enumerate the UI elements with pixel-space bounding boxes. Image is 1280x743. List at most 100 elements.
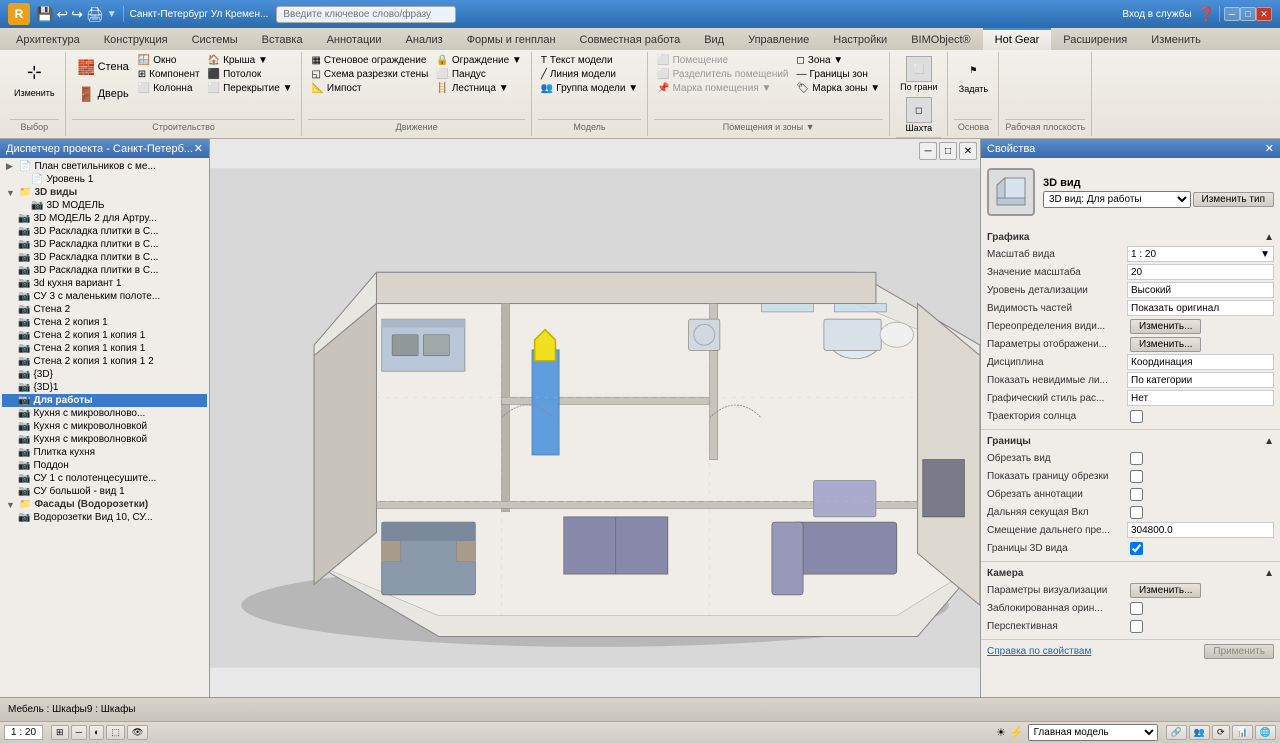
- help-link[interactable]: Справка по свойствам: [987, 646, 1091, 657]
- tab-view[interactable]: Вид: [692, 28, 736, 50]
- tree-3d1[interactable]: 📷 {3D}1: [2, 381, 207, 394]
- tab-collaboration[interactable]: Совместная работа: [568, 28, 693, 50]
- locked-orient-checkbox[interactable]: [1130, 602, 1143, 615]
- room-tag-btn[interactable]: 📌 Марка помещения ▼: [654, 82, 791, 95]
- undo-icon[interactable]: ↩: [56, 6, 68, 23]
- dropdown-icon[interactable]: ▼: [107, 9, 117, 20]
- project-tree[interactable]: ▶ 📄 План светильников с ме... 📄 Уровень …: [0, 158, 209, 697]
- camera-header[interactable]: Камера ▲: [987, 566, 1274, 581]
- ceiling-btn[interactable]: ⬛ Потолок: [205, 68, 296, 81]
- zone-btn[interactable]: ◻ Зона ▼: [794, 54, 884, 67]
- viewport-minimize-btn[interactable]: ─: [919, 142, 937, 160]
- shaft-btn[interactable]: ◻ Шахта: [896, 95, 941, 135]
- fence-btn[interactable]: 🔒 Ограждение ▼: [433, 54, 524, 67]
- tree-3d-model2[interactable]: 📷 3D МОДЕЛЬ 2 для Артру...: [2, 212, 207, 225]
- tab-systems[interactable]: Системы: [180, 28, 250, 50]
- tree-item-level1[interactable]: 📄 Уровень 1: [2, 173, 207, 186]
- stair-btn[interactable]: 🪜 Лестница ▼: [433, 82, 524, 95]
- impost-btn[interactable]: 📐 Импост: [308, 82, 431, 95]
- graphics-header[interactable]: Графика ▲: [987, 230, 1274, 245]
- tab-forms[interactable]: Формы и генплан: [455, 28, 568, 50]
- shadows-btn[interactable]: ◐: [89, 725, 104, 740]
- help-icon[interactable]: ❓: [1198, 6, 1215, 23]
- show-hidden-btn[interactable]: 👁: [127, 725, 148, 740]
- sun-checkbox[interactable]: [1130, 410, 1143, 423]
- crop-annotations-checkbox[interactable]: [1130, 488, 1143, 501]
- tree-3d-model[interactable]: 📷 3D МОДЕЛЬ: [2, 199, 207, 212]
- tree-wall2[interactable]: 📷 Стена 2: [2, 303, 207, 316]
- tree-tile2[interactable]: 📷 3D Раскладка плитки в С...: [2, 238, 207, 251]
- minimize-btn[interactable]: ─: [1224, 7, 1240, 21]
- tab-analysis[interactable]: Анализ: [394, 28, 455, 50]
- tree-su-big[interactable]: 📷 СУ большой - вид 1: [2, 485, 207, 498]
- tab-construction[interactable]: Конструкция: [92, 28, 180, 50]
- ramp-btn[interactable]: ⬜ Пандус: [433, 68, 524, 81]
- wall-btn[interactable]: 🧱 Стена: [72, 54, 133, 80]
- activity-monitor-btn[interactable]: 📊: [1232, 725, 1253, 740]
- tab-modify[interactable]: Изменить: [1139, 28, 1213, 50]
- room-btn[interactable]: ⬜ Помещение: [654, 54, 791, 67]
- face-opening-btn[interactable]: ⬜ По грани: [896, 54, 941, 94]
- railing-btn[interactable]: ▦ Стеновое ограждение: [308, 54, 431, 67]
- tab-bimobject[interactable]: BIMObject®: [899, 28, 982, 50]
- crop-boundary-checkbox[interactable]: [1130, 470, 1143, 483]
- scene-svg[interactable]: [210, 139, 980, 697]
- model-selector[interactable]: Главная модель: [1028, 724, 1158, 741]
- maximize-btn[interactable]: □: [1240, 7, 1256, 21]
- column-btn[interactable]: ⬜ Колонна: [135, 82, 203, 95]
- tree-tray[interactable]: 📷 Поддон: [2, 459, 207, 472]
- tab-insert[interactable]: Вставка: [250, 28, 315, 50]
- thin-lines-btn[interactable]: ─: [71, 725, 87, 740]
- base-btn[interactable]: ⚑ Задать: [954, 54, 992, 96]
- tree-wall2c1c1b[interactable]: 📷 Стена 2 копия 1 копия 1: [2, 342, 207, 355]
- crop-btn[interactable]: ⬚: [106, 725, 125, 740]
- scale-value[interactable]: 1 : 20▼: [1127, 246, 1274, 262]
- modify-btn[interactable]: ⊹ Изменить: [10, 54, 59, 101]
- tree-kitchen-micro1[interactable]: 📷 Кухня с микроволново...: [2, 407, 207, 420]
- tree-su3[interactable]: 📷 СУ 3 с маленьким полоте...: [2, 290, 207, 303]
- change-type-btn[interactable]: Изменить тип: [1193, 192, 1274, 207]
- view-dropdown[interactable]: 3D вид: Для работы: [1043, 191, 1191, 208]
- left-panel-close[interactable]: ✕: [194, 142, 203, 155]
- viewport[interactable]: ─ □ ✕: [210, 139, 980, 697]
- worksharing-btn[interactable]: 👥: [1189, 725, 1210, 740]
- model-group-btn[interactable]: 👥 Группа модели ▼: [538, 82, 641, 95]
- tab-settings[interactable]: Настройки: [821, 28, 899, 50]
- apply-btn[interactable]: Применить: [1204, 644, 1274, 659]
- room-separator-btn[interactable]: ⬜ Разделитель помещений: [654, 68, 791, 81]
- tab-architecture[interactable]: Архитектура: [4, 28, 92, 50]
- tree-kitchen-micro2[interactable]: 📷 Кухня с микроволновкой: [2, 420, 207, 433]
- tree-wall2c2[interactable]: 📷 Стена 2 копия 1 копия 1 2: [2, 355, 207, 368]
- search-input[interactable]: [276, 6, 456, 23]
- zone-tag-btn[interactable]: 🏷 Марка зоны ▼: [794, 82, 884, 95]
- wall-scheme-btn[interactable]: ◱ Схема разрезки стены: [308, 68, 431, 81]
- properties-close[interactable]: ✕: [1265, 142, 1274, 155]
- roof-btn[interactable]: 🏠 Крыша ▼: [205, 54, 296, 67]
- close-btn[interactable]: ✕: [1256, 7, 1272, 21]
- 3d-bounds-checkbox[interactable]: [1130, 542, 1143, 555]
- sync-btn[interactable]: ⟳: [1212, 725, 1230, 740]
- save-icon[interactable]: 💾: [36, 6, 53, 23]
- revit-link-btn[interactable]: 🔗: [1166, 725, 1187, 740]
- tree-group-3d[interactable]: ▼ 📁 3D виды: [2, 186, 207, 199]
- tree-group-facades[interactable]: ▼ 📁 Фасады (Водорозетки): [2, 498, 207, 511]
- zone-boundary-btn[interactable]: ― Границы зон: [794, 68, 884, 81]
- tree-kitchen-tile[interactable]: 📷 Плитка кухня: [2, 446, 207, 459]
- tree-forwork[interactable]: 📷 Для работы: [2, 394, 207, 407]
- tree-tile4[interactable]: 📷 3D Раскладка плитки в С...: [2, 264, 207, 277]
- print-icon[interactable]: 🖨: [86, 6, 104, 23]
- network-btn[interactable]: 🌐: [1255, 725, 1276, 740]
- tree-wall2c1c1[interactable]: 📷 Стена 2 копия 1 копия 1: [2, 329, 207, 342]
- bounds-header[interactable]: Границы ▲: [987, 434, 1274, 449]
- override-btn[interactable]: Изменить...: [1130, 319, 1201, 334]
- redo-icon[interactable]: ↪: [71, 6, 83, 23]
- display-btn[interactable]: Изменить...: [1130, 337, 1201, 352]
- viewport-maximize-btn[interactable]: □: [939, 142, 957, 160]
- viewport-close-btn[interactable]: ✕: [959, 142, 977, 160]
- tab-manage[interactable]: Управление: [736, 28, 821, 50]
- tree-tile3[interactable]: 📷 3D Раскладка плитки в С...: [2, 251, 207, 264]
- perspective-checkbox[interactable]: [1130, 620, 1143, 633]
- far-clip-checkbox[interactable]: [1130, 506, 1143, 519]
- door-btn[interactable]: 🚪 Дверь: [72, 81, 133, 107]
- model-line-btn[interactable]: ╱ Линия модели: [538, 68, 641, 81]
